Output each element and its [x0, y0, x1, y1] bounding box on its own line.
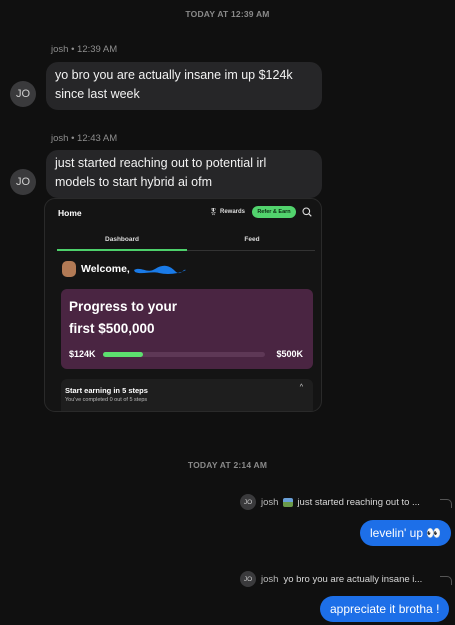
quoted-text: yo bro you are actually insane i...: [283, 573, 423, 585]
chevron-up-icon: ^: [299, 384, 303, 391]
message-text-line: since last week: [55, 87, 140, 101]
avatar[interactable]: JO: [10, 169, 36, 195]
attachment-refer-button: Refer & Earn: [252, 206, 296, 218]
outgoing-message-bubble[interactable]: levelin' up 👀: [360, 520, 452, 546]
message-text-line: models to start hybrid ai ofm: [55, 175, 213, 189]
welcome-text: Welcome,: [81, 263, 130, 275]
progress-current-value: $124K: [69, 349, 96, 359]
quoted-author: josh: [261, 573, 279, 585]
reply-line-icon: [440, 576, 452, 585]
quoted-author: josh: [261, 496, 279, 508]
tab-divider: [187, 250, 315, 251]
date-divider: TODAY AT 2:14 AM: [187, 460, 268, 470]
message-text-line: yo bro you are actually insane im up $12…: [55, 68, 293, 82]
attachment-tabs: Dashboard Feed: [57, 236, 315, 250]
quoted-reply-preview[interactable]: JO josh just started reaching out to ...: [240, 494, 452, 510]
attachment-home-title: Home: [58, 208, 82, 218]
message-meta: josh • 12:39 AM: [51, 44, 118, 55]
progress-track: [103, 352, 265, 357]
gift-icon: 🎖: [209, 209, 218, 216]
reply-line-icon: [440, 499, 452, 508]
date-divider: TODAY AT 12:39 AM: [185, 9, 270, 19]
avatar: JO: [240, 571, 256, 587]
message-bubble[interactable]: just started reaching out to potential i…: [46, 150, 322, 198]
profile-picture: [62, 261, 76, 277]
tab-feed: Feed: [244, 236, 260, 243]
message-text-line: just started reaching out to potential i…: [55, 156, 267, 170]
progress-title-line2: first $500,000: [69, 321, 155, 336]
attachment-app-nav: Home 🎖 Rewards Refer & Earn: [45, 199, 321, 225]
progress-fill: [103, 352, 144, 357]
image-thumbnail-icon: [283, 497, 294, 507]
avatar: JO: [240, 494, 256, 510]
quoted-reply-preview[interactable]: JO josh yo bro you are actually insane i…: [240, 571, 452, 587]
message-meta: josh • 12:43 AM: [51, 133, 118, 144]
progress-title-line1: Progress to your: [69, 299, 178, 314]
progress-goal-value: $500K: [276, 349, 303, 359]
outgoing-message-bubble[interactable]: appreciate it brotha !: [320, 596, 450, 622]
attachment-rewards-label: Rewards: [220, 209, 246, 215]
message-bubble[interactable]: yo bro you are actually insane im up $12…: [46, 62, 322, 110]
steps-title: Start earning in 5 steps: [65, 386, 148, 395]
avatar[interactable]: JO: [10, 81, 36, 107]
steps-subtitle: You've completed 0 out of 5 steps: [65, 397, 148, 403]
quoted-text: just started reaching out to ...: [297, 496, 420, 508]
image-attachment[interactable]: Home 🎖 Rewards Refer & Earn Dashboard Fe…: [44, 198, 322, 412]
active-tab-underline: [57, 249, 187, 251]
tab-dashboard: Dashboard: [105, 236, 139, 243]
steps-card: Start earning in 5 steps You've complete…: [61, 379, 313, 411]
redaction-scribble: [134, 265, 186, 274]
search-icon: [302, 207, 312, 217]
progress-card: Progress to your first $500,000 $124K $5…: [61, 289, 313, 369]
